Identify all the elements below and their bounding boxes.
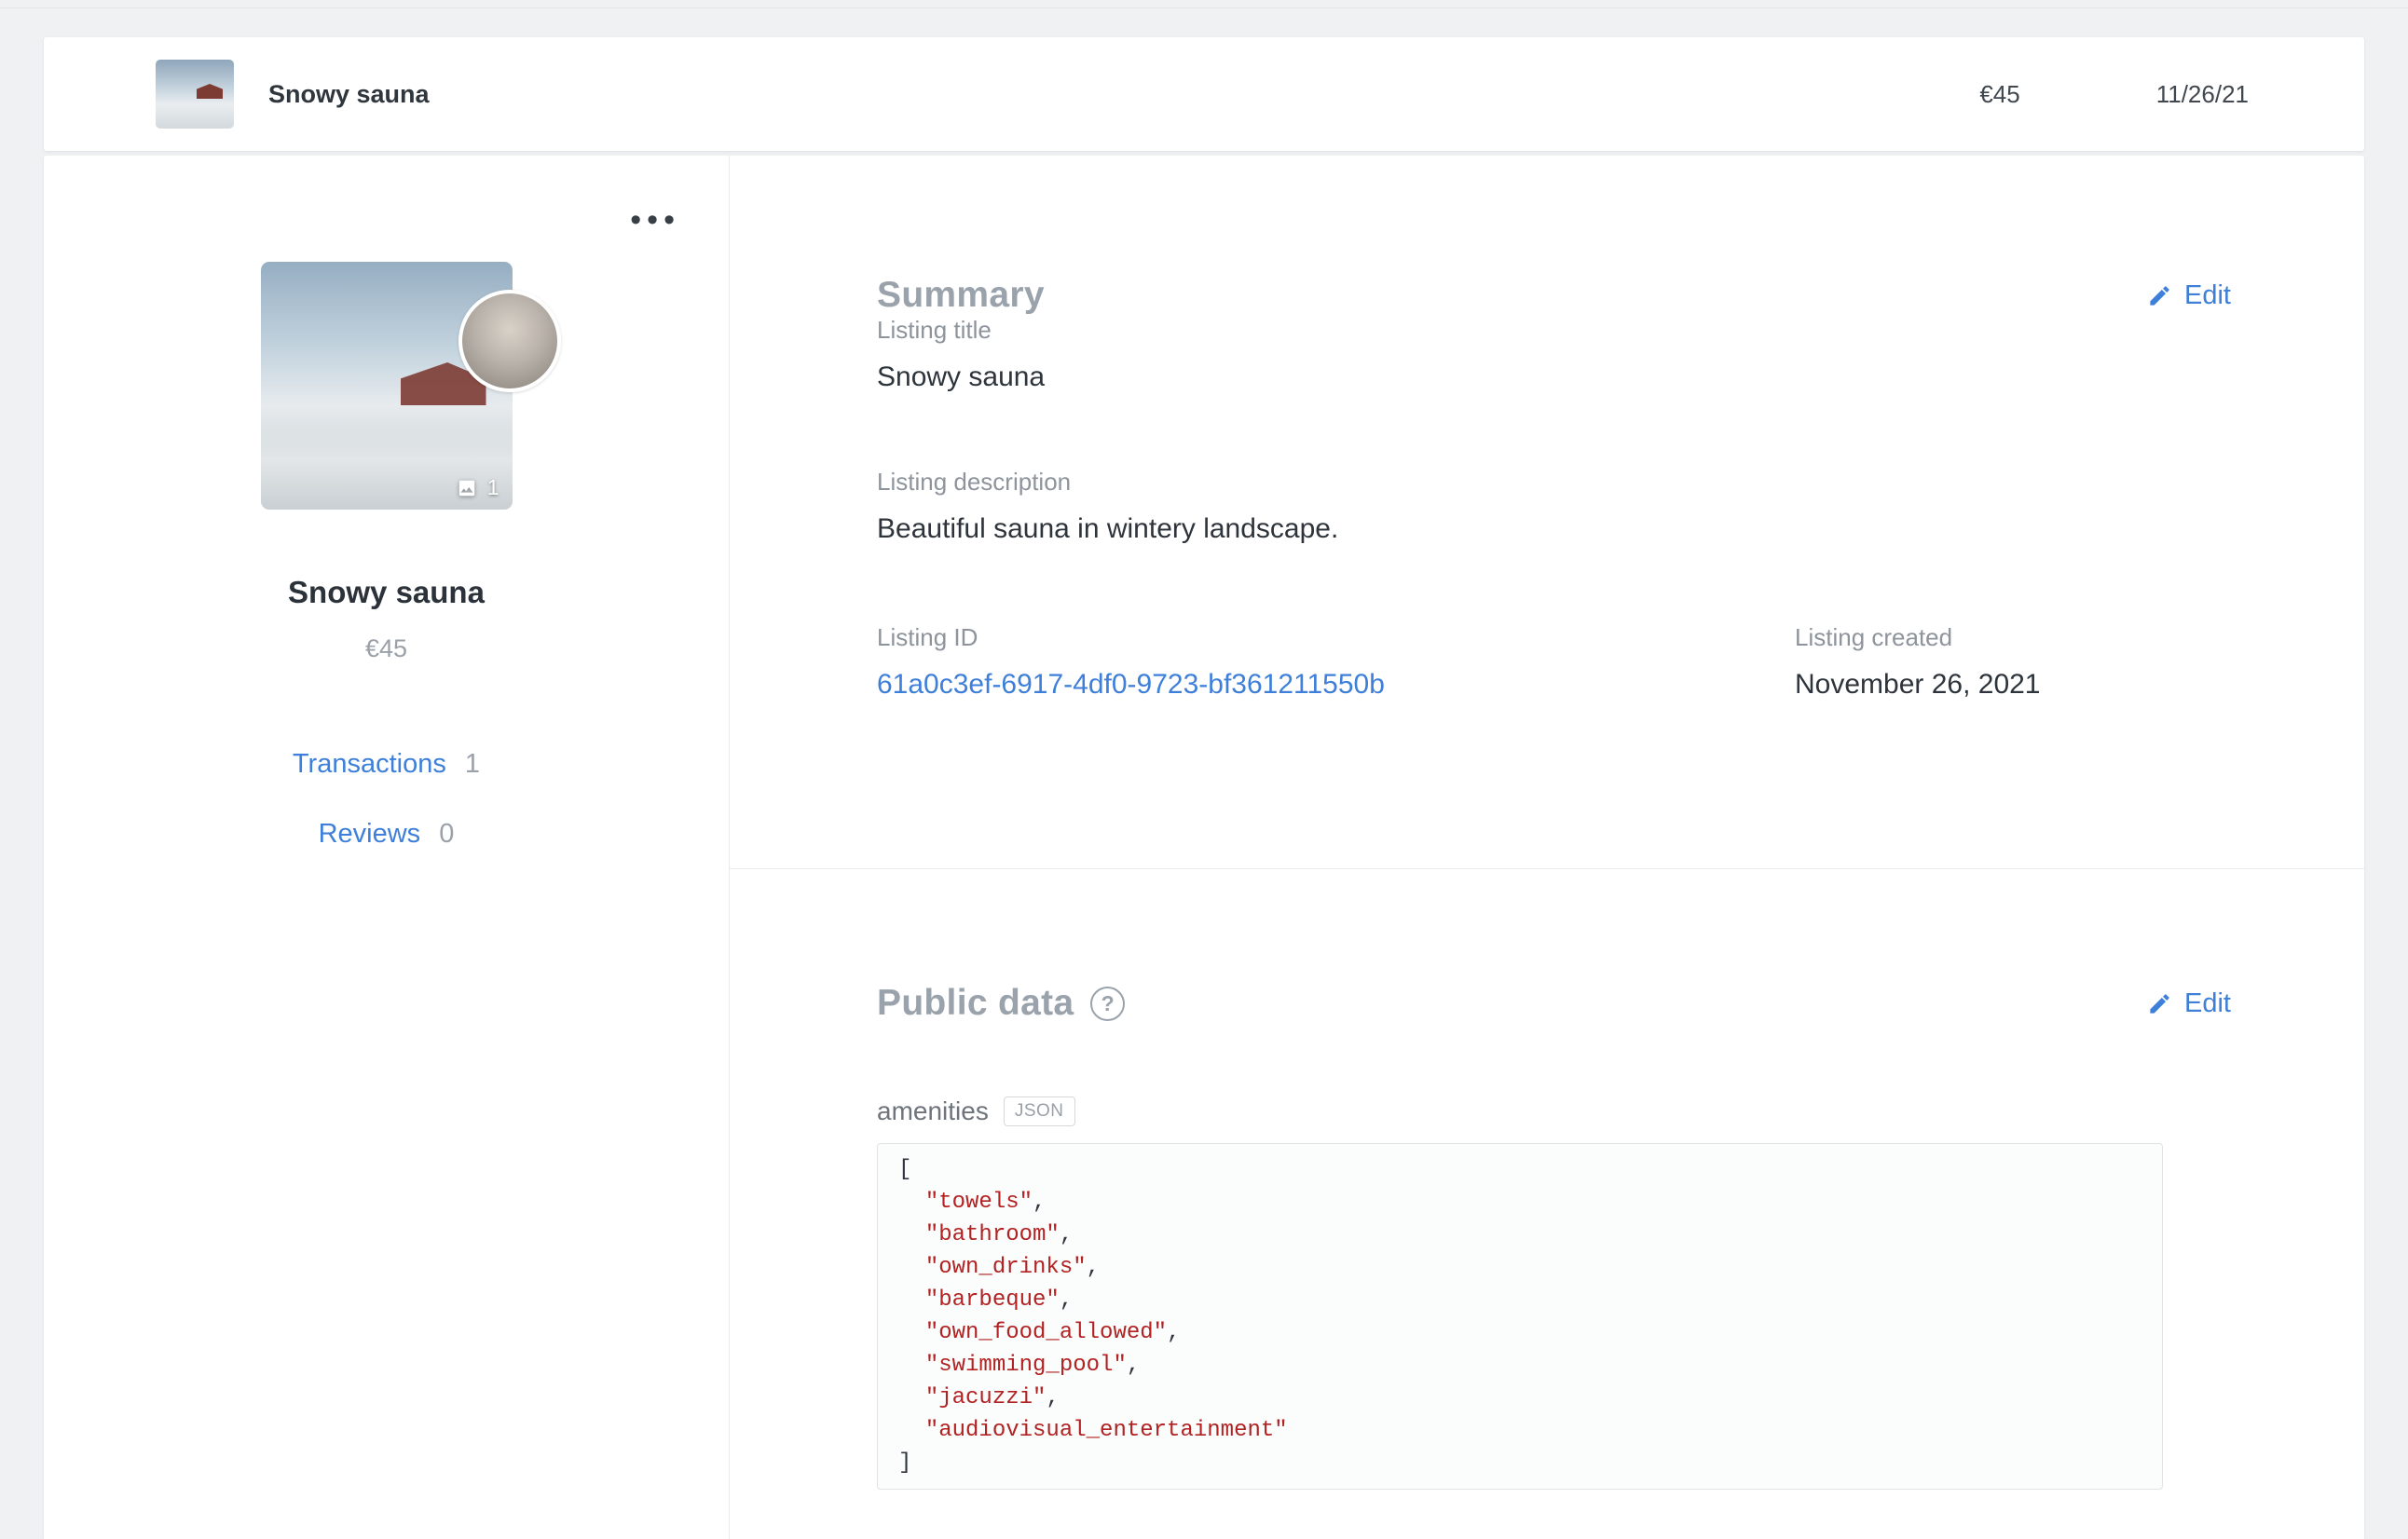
header-listing-date: 11/26/21: [2155, 79, 2249, 108]
listing-detail-main: Summary Edit Listing title Snowy sauna L…: [730, 156, 2364, 1539]
listing-main-image[interactable]: 1: [260, 262, 513, 510]
listing-id-label: Listing ID: [877, 623, 978, 651]
more-actions-button[interactable]: •••: [630, 204, 680, 236]
listing-header-bar[interactable]: Snowy sauna €45 11/26/21: [44, 37, 2364, 151]
edit-summary-button[interactable]: Edit: [2147, 280, 2231, 311]
listing-created-field: Listing created November 26, 2021: [1795, 623, 2231, 701]
edit-public-data-label: Edit: [2184, 987, 2231, 1018]
edit-summary-label: Edit: [2184, 279, 2231, 310]
summary-heading: Summary: [877, 275, 1045, 315]
help-icon[interactable]: ?: [1090, 986, 1126, 1021]
reviews-link[interactable]: Reviews: [319, 819, 421, 849]
reviews-row: Reviews 0: [44, 819, 729, 850]
amenities-label: amenities: [877, 1096, 989, 1125]
listing-created-value: November 26, 2021: [1795, 669, 2041, 700]
public-data-heading: Public data ?: [877, 983, 1126, 1024]
listing-image-wrapper: 1: [260, 262, 561, 510]
listing-detail-card: ••• 1 Snowy sauna €45 Transactions 1 Rev…: [44, 156, 2364, 1539]
sidebar-listing-price: €45: [364, 634, 408, 662]
listing-meta-row: Listing ID 61a0c3ef-6917-4df0-9723-bf361…: [877, 623, 2231, 701]
image-count-badge: 1: [455, 475, 499, 500]
photo-icon: [458, 480, 474, 496]
header-listing-title: Snowy sauna: [268, 79, 430, 108]
public-data-heading-text: Public data: [877, 983, 1074, 1023]
listing-sidebar: ••• 1 Snowy sauna €45 Transactions 1 Rev…: [44, 156, 730, 1539]
pencil-icon: [2150, 285, 2169, 306]
listing-created-label: Listing created: [1795, 623, 1953, 651]
listing-description-label: Listing description: [877, 468, 1072, 496]
transactions-link[interactable]: Transactions: [293, 749, 446, 779]
public-data-section: Public data ? Edit amenities JSON [ "tow…: [730, 869, 2364, 1539]
sidebar-listing-title: Snowy sauna: [288, 575, 485, 609]
json-type-badge: JSON: [1003, 1096, 1075, 1126]
summary-section-head: Summary Edit: [877, 275, 2231, 316]
edit-public-data-button[interactable]: Edit: [2147, 988, 2231, 1019]
image-count-value: 1: [486, 475, 499, 499]
transactions-count: 1: [464, 749, 481, 779]
author-avatar[interactable]: [458, 290, 561, 392]
listing-detail-page: Snowy sauna €45 11/26/21 ••• 1 Snowy sau…: [0, 0, 2408, 1539]
header-listing-price: €45: [1979, 79, 2020, 108]
sidebar-links: Transactions 1 Reviews 0: [44, 749, 729, 850]
amenities-json-block[interactable]: [ "towels", "bathroom", "own_drinks", "b…: [877, 1143, 2163, 1490]
pencil-icon: [2150, 993, 2169, 1014]
listing-thumbnail-image: [156, 60, 234, 129]
public-data-section-head: Public data ? Edit: [877, 983, 2231, 1024]
transactions-row: Transactions 1: [44, 749, 729, 780]
listing-title-label: Listing title: [877, 316, 992, 344]
listing-id-field: Listing ID 61a0c3ef-6917-4df0-9723-bf361…: [877, 623, 1795, 701]
listing-id-link[interactable]: 61a0c3ef-6917-4df0-9723-bf361211550b: [877, 669, 1795, 701]
summary-section: Summary Edit Listing title Snowy sauna L…: [730, 156, 2364, 869]
amenities-attribute-row: amenities JSON: [877, 1096, 2231, 1126]
listing-description-value: Beautiful sauna in wintery landscape.: [877, 513, 1339, 544]
listing-title-value: Snowy sauna: [877, 361, 1046, 392]
listing-description-field: Listing description Beautiful sauna in w…: [877, 468, 2231, 545]
cabin-shape: [197, 84, 223, 99]
listing-title-field: Listing title Snowy sauna: [877, 316, 2231, 393]
reviews-count: 0: [439, 819, 455, 849]
